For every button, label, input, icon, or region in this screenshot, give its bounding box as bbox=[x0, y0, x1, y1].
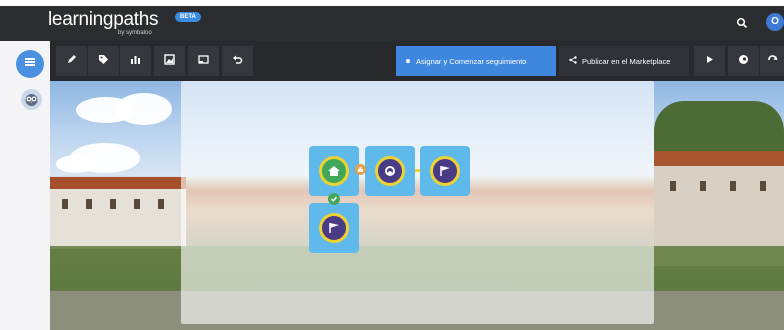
cloud bbox=[116, 93, 172, 125]
grid-menu-button[interactable] bbox=[16, 50, 44, 78]
path-tile-flag[interactable] bbox=[309, 203, 359, 253]
tag-button[interactable] bbox=[88, 46, 119, 76]
path-editor-panel bbox=[181, 81, 654, 324]
path-tile-avatar[interactable] bbox=[365, 146, 415, 196]
play-button[interactable] bbox=[694, 46, 725, 76]
check-icon bbox=[328, 193, 340, 205]
undo-icon bbox=[232, 54, 243, 68]
logo-text: learningpaths bbox=[48, 9, 159, 30]
palette-button[interactable] bbox=[728, 46, 759, 76]
play-icon bbox=[705, 55, 714, 67]
owl-avatar-icon[interactable] bbox=[21, 89, 42, 110]
window bbox=[62, 199, 68, 209]
publish-marketplace-label: Publicar en el Marketplace bbox=[582, 56, 671, 66]
layout-button[interactable] bbox=[188, 46, 219, 76]
editor-toolbar: Asignar y Comenzar seguimiento Publicar … bbox=[50, 41, 784, 81]
avatar-icon bbox=[375, 156, 405, 186]
logo-subtitle: by symbaloo bbox=[118, 30, 152, 36]
refresh-icon bbox=[767, 54, 778, 68]
tag-icon bbox=[98, 54, 109, 68]
pencil-icon bbox=[66, 54, 77, 68]
palette-icon bbox=[738, 54, 749, 68]
path-tile-home[interactable] bbox=[309, 146, 359, 196]
building-left bbox=[50, 189, 186, 249]
publish-marketplace-button[interactable]: Publicar en el Marketplace bbox=[559, 46, 689, 76]
window bbox=[700, 181, 706, 191]
window bbox=[760, 181, 766, 191]
window bbox=[158, 199, 164, 209]
top-header: learningpaths by symbaloo BETA O bbox=[0, 0, 784, 41]
cloud bbox=[56, 155, 96, 173]
window bbox=[730, 181, 736, 191]
share-icon bbox=[569, 56, 577, 66]
app-window: learningpaths by symbaloo BETA O Asignar… bbox=[0, 0, 784, 330]
left-sidebar bbox=[0, 41, 50, 330]
bar-chart-icon bbox=[130, 54, 141, 68]
image-button[interactable] bbox=[154, 46, 185, 76]
window bbox=[134, 199, 140, 209]
stats-button[interactable] bbox=[120, 46, 151, 76]
path-tile-flag[interactable] bbox=[420, 146, 470, 196]
assign-tracking-label: Asignar y Comenzar seguimiento bbox=[416, 56, 527, 66]
user-avatar[interactable]: O bbox=[766, 13, 784, 31]
grid-icon bbox=[24, 55, 36, 73]
assign-tracking-button[interactable]: Asignar y Comenzar seguimiento bbox=[396, 46, 556, 76]
more-button[interactable] bbox=[760, 46, 784, 76]
dot-icon bbox=[406, 59, 410, 63]
beta-badge: BETA bbox=[175, 12, 201, 22]
trees-right bbox=[654, 101, 784, 156]
window bbox=[670, 181, 676, 191]
search-icon[interactable] bbox=[736, 16, 748, 29]
logo[interactable]: learningpaths by symbaloo bbox=[48, 9, 159, 37]
edit-button[interactable] bbox=[56, 46, 87, 76]
hand-cursor-icon bbox=[355, 164, 366, 175]
image-icon bbox=[164, 54, 175, 68]
window bbox=[110, 199, 116, 209]
undo-button[interactable] bbox=[222, 46, 253, 76]
window bbox=[86, 199, 92, 209]
flag-icon bbox=[430, 156, 460, 186]
flag-icon bbox=[319, 213, 349, 243]
window-icon bbox=[198, 54, 209, 68]
home-icon bbox=[319, 156, 349, 186]
